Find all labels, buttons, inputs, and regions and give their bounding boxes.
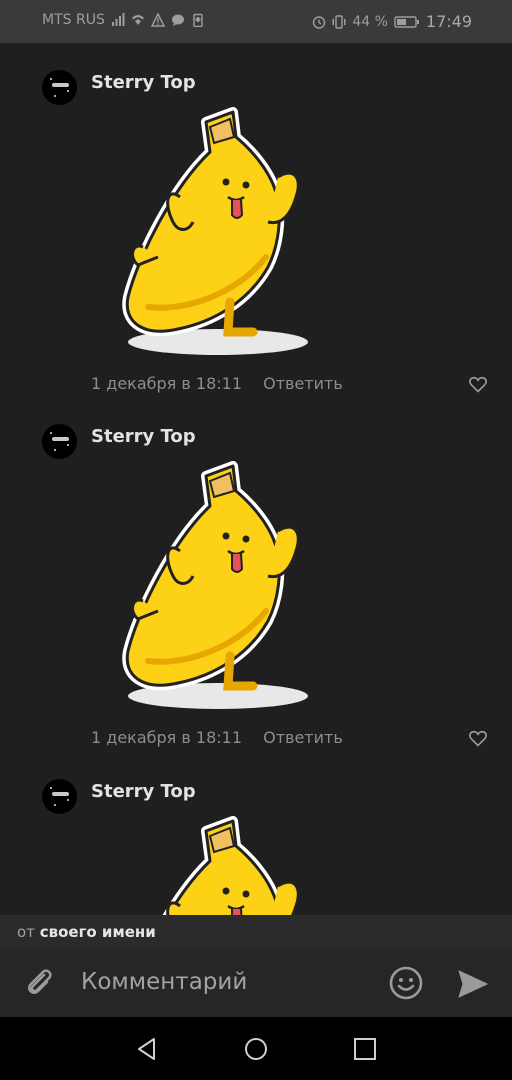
banana-sticker[interactable] — [118, 461, 318, 711]
comment-date: 1 декабря в 18:11 — [91, 728, 242, 747]
post-as-prefix: от — [17, 923, 35, 941]
status-left: MTS RUS — [42, 12, 205, 28]
signal-icon — [111, 13, 125, 26]
status-bar: MTS RUS 44 % 17:49 — [0, 0, 512, 43]
comment-feed[interactable]: Sterry Top 1 декабря в 18:11 Ответить St… — [0, 43, 512, 915]
vibrate-icon — [332, 14, 346, 29]
battery-saver-icon — [193, 13, 203, 27]
paperclip-icon[interactable] — [22, 965, 58, 1001]
avatar[interactable] — [42, 424, 77, 459]
status-right: 44 % 17:49 — [312, 12, 472, 31]
avatar[interactable] — [42, 779, 77, 814]
battery-icon — [394, 15, 419, 28]
post-as-name[interactable]: своего имени — [40, 923, 156, 941]
comment-input[interactable]: Комментарий — [81, 969, 247, 995]
send-icon[interactable] — [456, 967, 490, 1001]
author-name[interactable]: Sterry Top — [91, 72, 196, 93]
system-nav-bar — [0, 1017, 512, 1080]
comment-meta: 1 декабря в 18:11 Ответить — [91, 728, 343, 747]
emoji-icon[interactable] — [388, 965, 424, 1001]
author-name[interactable]: Sterry Top — [91, 781, 196, 802]
comment-meta: 1 декабря в 18:11 Ответить — [91, 374, 343, 393]
reply-link[interactable]: Ответить — [263, 374, 343, 393]
comment-composer: Комментарий — [0, 949, 512, 1017]
alarm-icon — [313, 15, 326, 29]
heart-icon[interactable] — [468, 728, 488, 748]
back-icon[interactable] — [134, 1036, 160, 1062]
battery-percent: 44 % — [352, 13, 388, 30]
message-icon — [171, 14, 184, 26]
recents-icon[interactable] — [352, 1036, 378, 1062]
clock: 17:49 — [425, 12, 472, 31]
warning-icon — [150, 13, 165, 27]
wifi-icon — [131, 15, 144, 25]
heart-icon[interactable] — [468, 374, 488, 394]
banana-sticker[interactable] — [118, 107, 318, 357]
reply-link[interactable]: Ответить — [263, 728, 343, 747]
post-as-label: от своего имени — [17, 915, 156, 949]
comment-date: 1 декабря в 18:11 — [91, 374, 242, 393]
author-name[interactable]: Sterry Top — [91, 426, 196, 447]
post-as-bar[interactable]: от своего имени — [0, 915, 512, 949]
home-icon[interactable] — [243, 1036, 269, 1062]
avatar[interactable] — [42, 70, 77, 105]
banana-sticker[interactable] — [118, 816, 318, 915]
carrier-label: MTS RUS — [42, 12, 105, 28]
